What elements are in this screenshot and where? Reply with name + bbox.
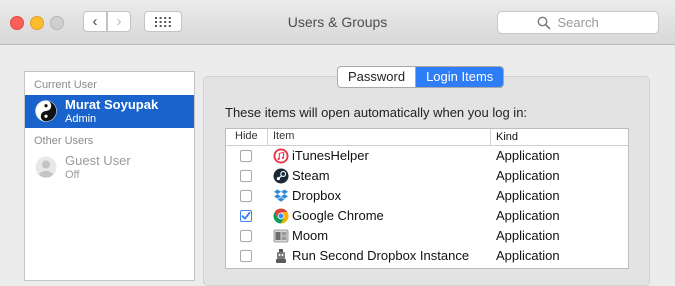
item-kind: Application — [496, 188, 560, 203]
avatar — [35, 100, 57, 122]
itunes-icon — [273, 148, 289, 164]
table-row[interactable]: Dropbox Application — [226, 186, 628, 206]
steam-icon — [273, 168, 289, 184]
table-row[interactable]: Moom Application — [226, 226, 628, 246]
item-kind: Application — [496, 148, 560, 163]
search-input[interactable] — [555, 14, 620, 31]
hide-checkbox[interactable] — [240, 150, 252, 162]
automator-icon — [276, 249, 286, 263]
zoom-window-button[interactable] — [50, 16, 64, 30]
item-kind: Application — [496, 208, 560, 223]
item-kind: Application — [496, 168, 560, 183]
login-items-table: Hide Item Kind iTunesHelper Application … — [225, 128, 629, 269]
chrome-icon — [273, 208, 289, 224]
column-divider — [267, 129, 268, 145]
tab-bar: Password Login Items — [337, 66, 505, 88]
table-row[interactable]: Google Chrome Application — [226, 206, 628, 226]
table-header: Hide Item Kind — [226, 129, 628, 146]
chevron-left-icon: ‹ — [92, 13, 98, 30]
current-user-name: Murat Soyupak — [65, 97, 159, 112]
close-window-button[interactable] — [10, 16, 24, 30]
show-all-preferences-button[interactable] — [144, 11, 182, 32]
guest-user-status: Off — [65, 169, 80, 181]
chevron-right-icon: › — [116, 13, 122, 30]
hide-checkbox[interactable] — [240, 170, 252, 182]
minimize-window-button[interactable] — [30, 16, 44, 30]
table-row[interactable]: Steam Application — [226, 166, 628, 186]
item-name: Run Second Dropbox Instance — [292, 248, 470, 263]
search-icon — [537, 16, 550, 29]
item-kind: Application — [496, 248, 560, 263]
moom-icon — [273, 229, 289, 243]
grid-icon — [155, 16, 171, 27]
other-users-heading: Other Users — [34, 135, 94, 147]
hide-checkbox[interactable] — [240, 250, 252, 262]
user-item-guest[interactable]: Guest User Off — [25, 151, 194, 184]
checkmark-icon — [241, 211, 251, 220]
column-divider — [490, 129, 491, 145]
back-button[interactable]: ‹ — [83, 11, 107, 32]
item-name: Steam — [292, 168, 330, 183]
column-header-kind[interactable]: Kind — [496, 131, 518, 143]
hide-checkbox[interactable] — [240, 230, 252, 242]
tab-password[interactable]: Password — [338, 67, 415, 87]
column-header-hide[interactable]: Hide — [235, 130, 258, 142]
search-field[interactable] — [497, 11, 659, 34]
title-bar: ‹ › Users & Groups — [0, 0, 675, 45]
column-header-item[interactable]: Item — [273, 130, 294, 142]
item-name: Google Chrome — [292, 208, 384, 223]
table-row[interactable]: iTunesHelper Application — [226, 146, 628, 166]
current-user-heading: Current User — [34, 79, 97, 91]
hide-checkbox[interactable] — [240, 210, 252, 222]
dropbox-icon — [274, 189, 288, 202]
item-name: Moom — [292, 228, 329, 243]
tab-login-items[interactable]: Login Items — [415, 67, 504, 87]
table-row[interactable]: Run Second Dropbox Instance Application — [226, 246, 628, 266]
users-sidebar: Current User Murat Soyupak Admin Other U… — [24, 71, 195, 281]
login-items-description: These items will open automatically when… — [225, 105, 528, 120]
item-kind: Application — [496, 228, 560, 243]
user-item-current[interactable]: Murat Soyupak Admin — [25, 95, 194, 128]
current-user-role: Admin — [65, 113, 97, 125]
item-name: Dropbox — [292, 188, 342, 203]
forward-button[interactable]: › — [107, 11, 131, 32]
guest-avatar-icon — [35, 156, 57, 178]
guest-user-name: Guest User — [65, 153, 131, 168]
hide-checkbox[interactable] — [240, 190, 252, 202]
item-name: iTunesHelper — [292, 148, 369, 163]
